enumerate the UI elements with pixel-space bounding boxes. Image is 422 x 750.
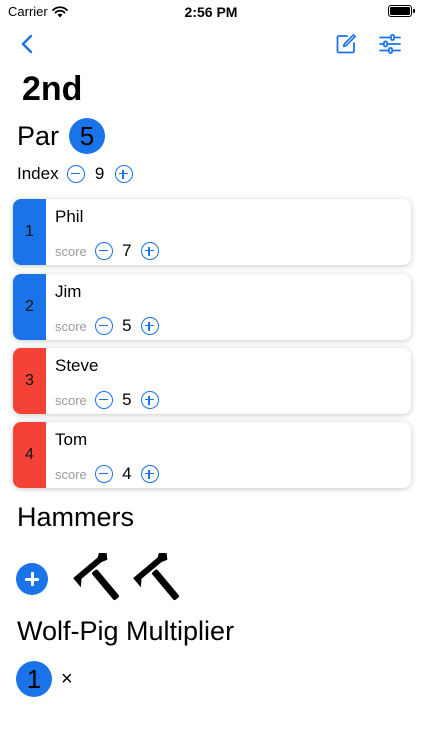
hammers-title: Hammers [17, 502, 135, 532]
score-label: score [55, 466, 87, 482]
score-decrement-button[interactable] [94, 242, 113, 260]
score-increment-button[interactable] [140, 242, 159, 260]
score-value: 4 [122, 464, 132, 483]
score-row: score 5 [55, 390, 159, 410]
score-decrement-button[interactable] [94, 465, 113, 483]
player-name: Tom [55, 430, 88, 449]
multiplier-suffix: × [61, 667, 73, 690]
player-position: 4 [13, 422, 46, 488]
player-position: 3 [13, 348, 46, 414]
index-row: Index 9 [17, 164, 133, 184]
hammers-row [16, 553, 188, 605]
add-hammer-button[interactable] [16, 563, 48, 595]
score-label: score [55, 392, 87, 408]
score-value: 5 [122, 316, 132, 335]
nav-bar [0, 28, 422, 60]
square-pencil-icon [336, 34, 356, 54]
player-card[interactable]: 2 Jim score 5 [13, 274, 411, 340]
edit-button[interactable] [334, 32, 358, 56]
multiplier-value-button[interactable]: 1 [16, 661, 52, 697]
player-card[interactable]: 3 Steve score 5 [13, 348, 411, 414]
score-increment-button[interactable] [140, 391, 159, 409]
hammer-icon [133, 553, 179, 601]
back-button[interactable] [16, 32, 40, 56]
index-decrement-button[interactable] [66, 165, 85, 183]
par-label: Par [17, 120, 60, 151]
settings-button[interactable] [378, 32, 402, 56]
score-label: score [55, 243, 87, 259]
score-decrement-button[interactable] [94, 317, 113, 335]
par-value-button[interactable]: 5 [69, 118, 106, 154]
score-row: score 4 [55, 464, 159, 484]
score-row: score 5 [55, 316, 159, 336]
score-decrement-button[interactable] [94, 391, 113, 409]
player-name: Jim [55, 282, 82, 301]
player-position: 1 [13, 199, 46, 265]
sliders-icon [379, 34, 401, 54]
status-time: 2:56 PM [184, 4, 238, 20]
score-increment-button[interactable] [140, 465, 159, 483]
index-value: 9 [94, 164, 105, 183]
score-label: score [55, 318, 87, 334]
score-increment-button[interactable] [140, 317, 159, 335]
player-name: Steve [55, 356, 99, 375]
par-row: Par 5 [17, 118, 106, 154]
hole-title: 2nd [22, 70, 83, 108]
player-name: Phil [55, 207, 84, 226]
score-value: 7 [122, 241, 132, 260]
player-card[interactable]: 4 Tom score 4 [13, 422, 411, 488]
hammer-icon [73, 553, 119, 601]
score-value: 5 [122, 390, 132, 409]
score-row: score 7 [55, 241, 159, 261]
multiplier-row: 1 × [16, 661, 73, 697]
status-bar: Carrier 2:56 PM [0, 0, 422, 26]
multiplier-title: Wolf-Pig Multiplier [17, 616, 235, 646]
hammer-list [72, 553, 188, 605]
index-increment-button[interactable] [114, 165, 133, 183]
battery-icon [388, 5, 415, 17]
player-position: 2 [13, 274, 46, 340]
player-card[interactable]: 1 Phil score 7 [13, 199, 411, 265]
index-label: Index [17, 164, 59, 183]
chevron-left-icon [21, 34, 33, 54]
